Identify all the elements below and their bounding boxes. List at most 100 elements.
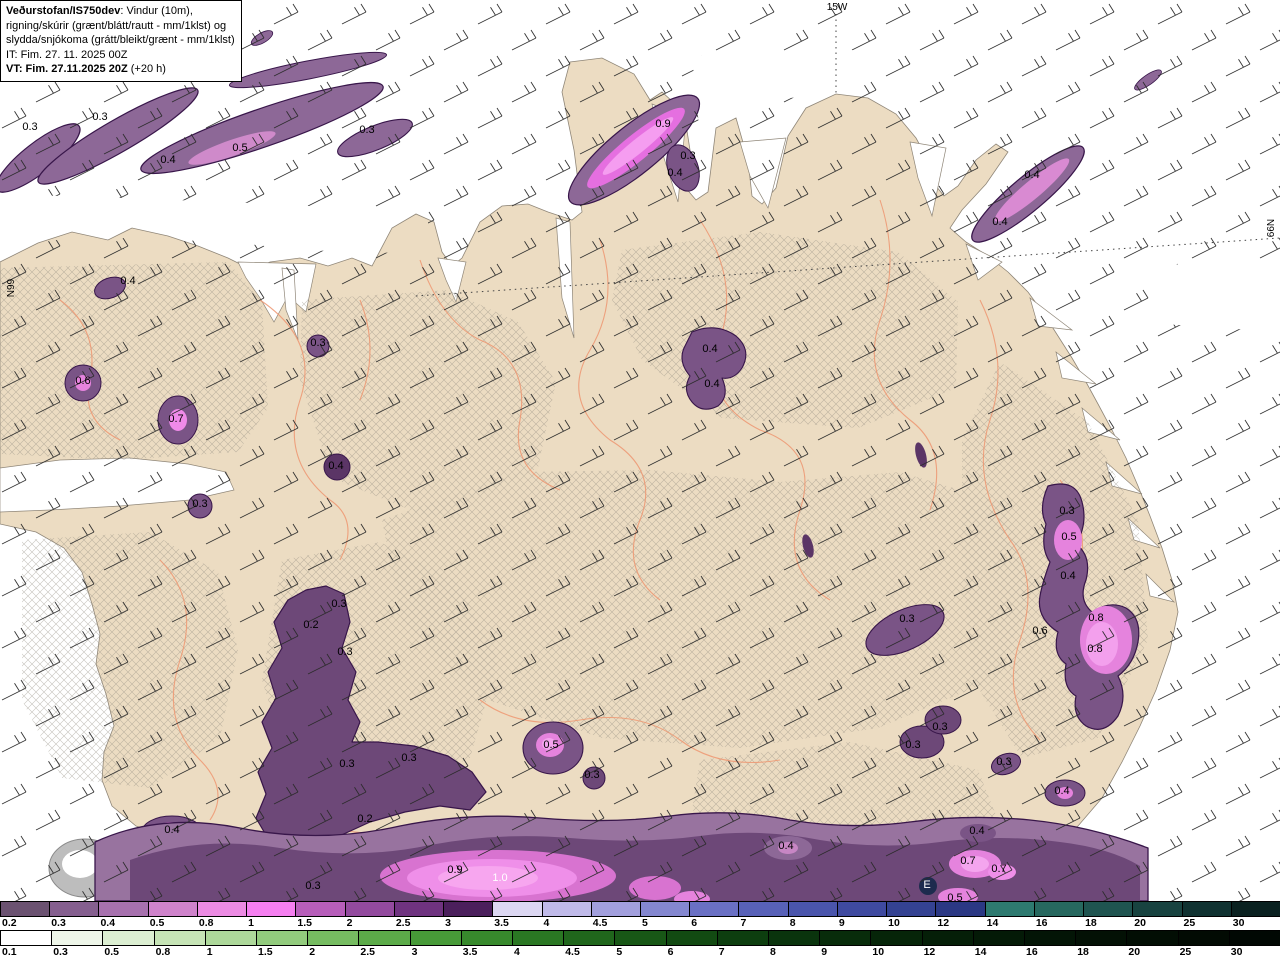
scale-segment — [49, 902, 99, 916]
precip-value-label: E — [923, 879, 930, 891]
scale-tick-label: 12 — [937, 917, 950, 929]
scale-segment — [246, 902, 296, 916]
scale-tick-label: 7 — [718, 946, 725, 958]
precip-value-label: 0.3 — [331, 598, 346, 610]
legend-valid-time: VT: Fim. 27.11.2025 20Z (+20 h) — [6, 62, 236, 77]
precip-value-label: 0.8 — [1087, 643, 1102, 655]
scale-segment — [98, 902, 148, 916]
scale-segment — [972, 931, 1024, 945]
scale-tick-label: 3 — [445, 917, 451, 929]
valid-time-offset: (+20 h) — [127, 63, 166, 75]
scale-tick-label: 0.4 — [100, 917, 116, 929]
scale-tick-label: 5 — [642, 917, 648, 929]
valid-time-bold: VT: Fim. 27.11.2025 20Z — [6, 63, 128, 75]
scale-tick-label: 5 — [616, 946, 623, 958]
precip-value-label: 0.9 — [655, 118, 670, 130]
scale-segment — [640, 902, 690, 916]
scale-tick-label: 16 — [1035, 917, 1048, 929]
precip-value-label: 0.2 — [303, 619, 318, 631]
scale-tick-label: 4 — [543, 917, 550, 929]
precip-value-label: 0.5 — [543, 739, 558, 751]
rain-scale-labels: 0.2 0.3 0.4 0.5 0.8 1 1.5 2 2.5 3 3.5 4 4.5 5 6 7 8 9 10 12… — [0, 918, 1280, 930]
precip-value-label: 0.4 — [328, 460, 343, 472]
scale-tick-label: 4 — [514, 946, 520, 958]
scale-tick-label: 20 — [1134, 917, 1146, 929]
scale-tick-label: 2.5 — [360, 946, 375, 958]
scale-segment — [1132, 902, 1182, 916]
legend-line-2: rigning/skúrir (grænt/blátt/rautt - mm/1… — [6, 19, 227, 32]
scale-tick-label: 12 — [923, 946, 936, 958]
scale-segment — [204, 931, 256, 945]
scale-tick-label: 16 — [1026, 946, 1038, 958]
scale-segment — [1126, 931, 1178, 945]
scale-segment — [984, 902, 1034, 916]
precip-value-label: 0.4 — [160, 154, 175, 166]
precip-value-label: 0.3 — [22, 121, 37, 133]
scale-segment — [1230, 902, 1280, 916]
scale-tick-label: 0.1 — [2, 946, 17, 958]
scale-segment — [1083, 902, 1133, 916]
product-name: Veðurstofan/IS750dev — [6, 5, 121, 17]
scale-tick-label: 3.5 — [462, 946, 478, 958]
scale-tick-label: 14 — [974, 946, 987, 958]
grid-label-longitude: 15W — [827, 2, 848, 13]
precip-value-label: 0.4 — [1024, 169, 1039, 181]
precip-value-label: 0.5 — [1061, 531, 1076, 543]
scale-segment — [1228, 931, 1280, 945]
scale-segment — [0, 902, 50, 916]
scale-segment — [1075, 931, 1127, 945]
scale-segment — [344, 902, 394, 916]
scale-tick-label: 4.5 — [592, 917, 608, 929]
scale-tick-label: 0.8 — [198, 917, 214, 929]
precip-value-label: 0.4 — [969, 825, 984, 837]
title-legend-box: Veðurstofan/IS750dev: Vindur (10m), rign… — [0, 0, 242, 82]
scale-tick-label: 14 — [986, 917, 999, 929]
precip-value-label: 0.5 — [947, 892, 962, 901]
scale-tick-label: 18 — [1085, 917, 1097, 929]
precip-value-label: 0.3 — [584, 769, 599, 781]
scale-segment — [196, 902, 247, 916]
scale-segment — [0, 931, 52, 945]
scale-segment — [870, 931, 922, 945]
scale-segment — [460, 931, 512, 945]
scale-tick-label: 9 — [838, 917, 845, 929]
scale-segment — [295, 902, 345, 916]
scale-tick-label: 2 — [346, 917, 353, 929]
grid-label-latitude-left: 66N — [4, 279, 15, 297]
precip-value-label: 0.3 — [339, 758, 354, 770]
scale-segment — [590, 902, 640, 916]
scale-tick-label: 1 — [206, 946, 213, 958]
scale-segment — [614, 931, 666, 945]
scale-tick-label: 0.3 — [53, 946, 68, 958]
weather-map: 0.3 0.3 0.4 0.5 0.3 0.9 0.3 0.4 0.4 0.4 0.4 0.3 0.4 0… — [0, 0, 1280, 901]
scale-segment — [935, 902, 985, 916]
scale-tick-label: 2 — [309, 946, 316, 958]
scale-segment — [541, 902, 591, 916]
scale-tick-label: 9 — [821, 946, 828, 958]
scale-tick-label: 30 — [1230, 946, 1243, 958]
scale-tick-label: 0.2 — [2, 917, 17, 929]
precip-value-label: 0.4 — [702, 343, 717, 355]
scale-tick-label: 0.8 — [155, 946, 171, 958]
scale-tick-label: 6 — [667, 946, 674, 958]
scale-segment — [1033, 902, 1084, 916]
precip-value-label: 0.4 — [992, 216, 1007, 228]
precip-value-label: 0.3 — [1059, 505, 1074, 517]
scale-tick-label: 10 — [888, 917, 900, 929]
scale-segment — [358, 931, 410, 945]
precip-value-label: 0.3 — [92, 111, 107, 123]
scale-segment — [1024, 931, 1076, 945]
precip-value-label: 0.6 — [75, 375, 90, 387]
scale-segment — [102, 931, 154, 945]
precip-value-label: 0.5 — [232, 142, 247, 154]
precip-value-label: 0.4 — [704, 378, 719, 390]
precip-value-label: 1.0 — [492, 872, 507, 884]
scale-tick-label: 4.5 — [565, 946, 580, 958]
scale-tick-label: 25 — [1183, 917, 1196, 929]
scale-tick-label: 0.3 — [51, 917, 66, 929]
scale-tick-label: 2.5 — [395, 917, 411, 929]
precip-value-label: 0.2 — [357, 813, 372, 825]
snow-scale-labels: 0.1 0.3 0.5 0.8 1 1.5 2 2.5 3 3.5 4 4.5 5 6 7 8 9 10 12 14 1… — [0, 947, 1280, 958]
scale-segment — [689, 902, 739, 916]
scale-segment — [768, 931, 820, 945]
